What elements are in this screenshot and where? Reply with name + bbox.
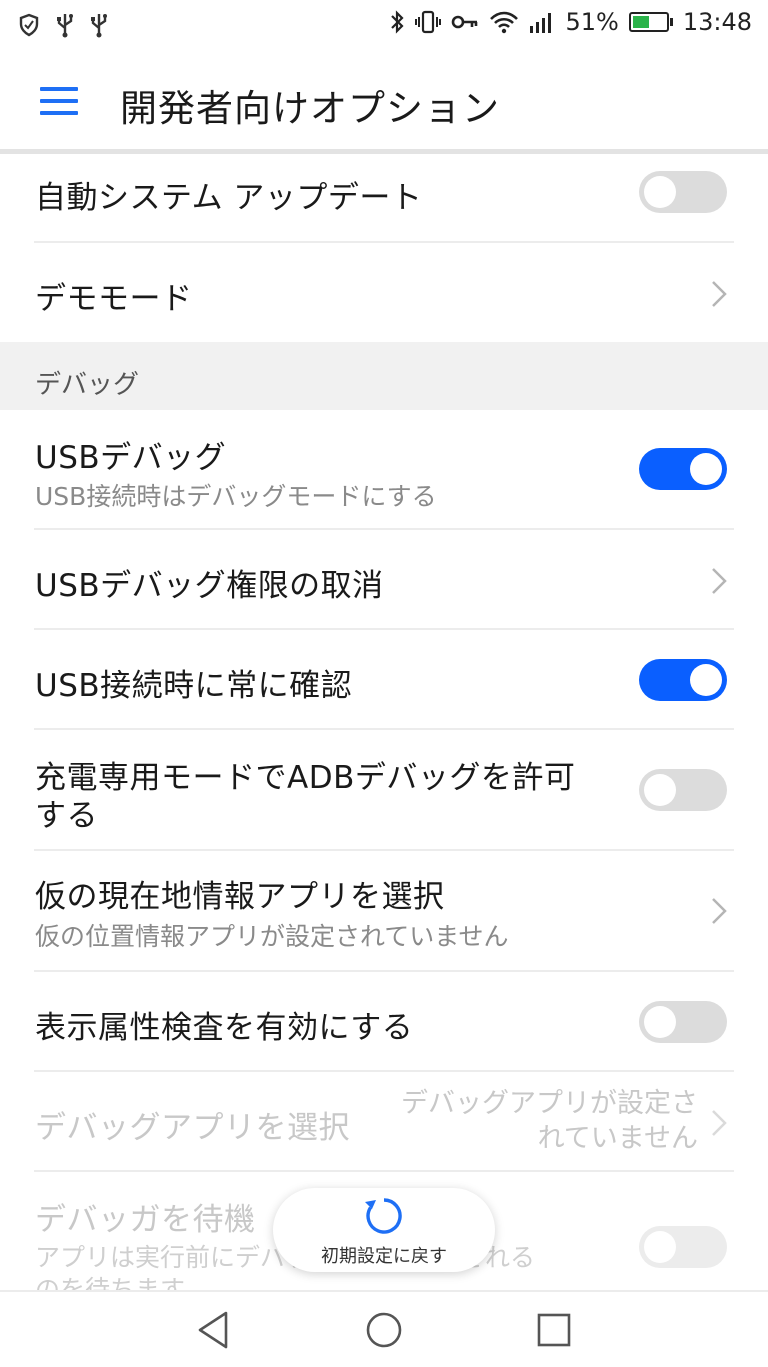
vibrate-icon [415, 9, 442, 35]
list-item-always-confirm[interactable]: USB接続時に常に確認 [0, 630, 768, 730]
hamburger-menu-icon[interactable] [36, 82, 82, 122]
back-icon[interactable] [192, 1308, 236, 1352]
wifi-icon [489, 10, 519, 34]
app-bar: 開発者向けオプション [0, 52, 768, 150]
navigation-bar [0, 1290, 768, 1367]
reset-icon [362, 1194, 406, 1242]
shield-icon [18, 13, 40, 37]
vpn-key-icon [451, 12, 479, 32]
debug-app-value: デバッグアプリが設定さ れていません [401, 1086, 698, 1156]
list-item-revoke-usb[interactable]: USBデバッグ権限の取消 [0, 530, 768, 630]
chevron-right-icon [710, 566, 728, 596]
value-line2: れていません [537, 1123, 698, 1154]
battery-charging-icon [628, 12, 673, 32]
chevron-right-icon [710, 1108, 728, 1138]
list-item-title-line1: 充電専用モードでADBデバッグを許可 [35, 760, 576, 796]
bluetooth-icon [389, 9, 405, 35]
list-item-title: 表示属性検査を有効にする [35, 1010, 414, 1046]
chevron-right-icon [710, 896, 728, 926]
list-item-title: 仮の現在地情報アプリを選択 [35, 879, 445, 915]
list-item-demo-mode[interactable]: デモモード [0, 243, 768, 343]
section-header-label: デバッグ [35, 370, 140, 400]
list-item-title: USBデバッグ [35, 440, 227, 476]
view-attr-toggle[interactable] [639, 1001, 727, 1043]
usb-debug-toggle[interactable] [639, 448, 727, 490]
clock: 13:48 [682, 8, 752, 36]
page-title: 開発者向けオプション [120, 87, 500, 130]
list-item-title: デモモード [35, 281, 193, 317]
list-item-usb-debug[interactable]: USBデバッグ USB接続時はデバッグモードにする [0, 410, 768, 530]
settings-list[interactable]: 自動システム アップデート デモモード デバッグ USBデバッグ USB接続時は… [0, 154, 768, 1290]
always-confirm-toggle[interactable] [639, 659, 727, 701]
list-item-mock-location[interactable]: 仮の現在地情報アプリを選択 仮の位置情報アプリが設定されていません [0, 851, 768, 972]
list-item-subtitle: USB接続時はデバッグモードにする [35, 482, 437, 511]
list-item-adb-charge-only[interactable]: 充電専用モードでADBデバッグを許可 する [0, 730, 768, 851]
usb-icon [90, 12, 108, 38]
usb-icon [56, 12, 74, 38]
signal-icon [529, 10, 555, 34]
list-item-title: デバッグアプリを選択 [35, 1110, 350, 1146]
list-item-title: USB接続時に常に確認 [35, 668, 353, 704]
reset-defaults-button[interactable]: 初期設定に戻す [273, 1188, 495, 1272]
section-header-debug: デバッグ [0, 342, 768, 410]
list-item-title: USBデバッグ権限の取消 [35, 568, 384, 604]
list-item-view-attr[interactable]: 表示属性検査を有効にする [0, 972, 768, 1072]
chevron-right-icon [710, 279, 728, 309]
auto-update-toggle[interactable] [639, 171, 727, 213]
list-item-auto-update[interactable]: 自動システム アップデート [0, 154, 768, 243]
battery-percent: 51% [565, 8, 619, 36]
value-line1: デバッグアプリが設定さ [401, 1088, 698, 1119]
list-item-subtitle: 仮の位置情報アプリが設定されていません [35, 922, 509, 951]
reset-defaults-label: 初期設定に戻す [321, 1246, 447, 1267]
adb-charge-only-toggle[interactable] [639, 769, 727, 811]
list-item-title: デバッガを待機 [35, 1202, 256, 1238]
home-icon[interactable] [362, 1308, 406, 1352]
status-bar: 51% 13:48 [0, 0, 768, 52]
wait-debugger-toggle[interactable] [639, 1226, 727, 1268]
recents-icon[interactable] [532, 1308, 576, 1352]
list-item-subtitle-line2: のを待ちます [35, 1275, 186, 1290]
list-item-debug-app[interactable]: デバッグアプリを選択 デバッグアプリが設定さ れていません [0, 1072, 768, 1172]
list-item-title: 自動システム アップデート [35, 180, 423, 216]
list-item-title-line2: する [35, 798, 98, 834]
